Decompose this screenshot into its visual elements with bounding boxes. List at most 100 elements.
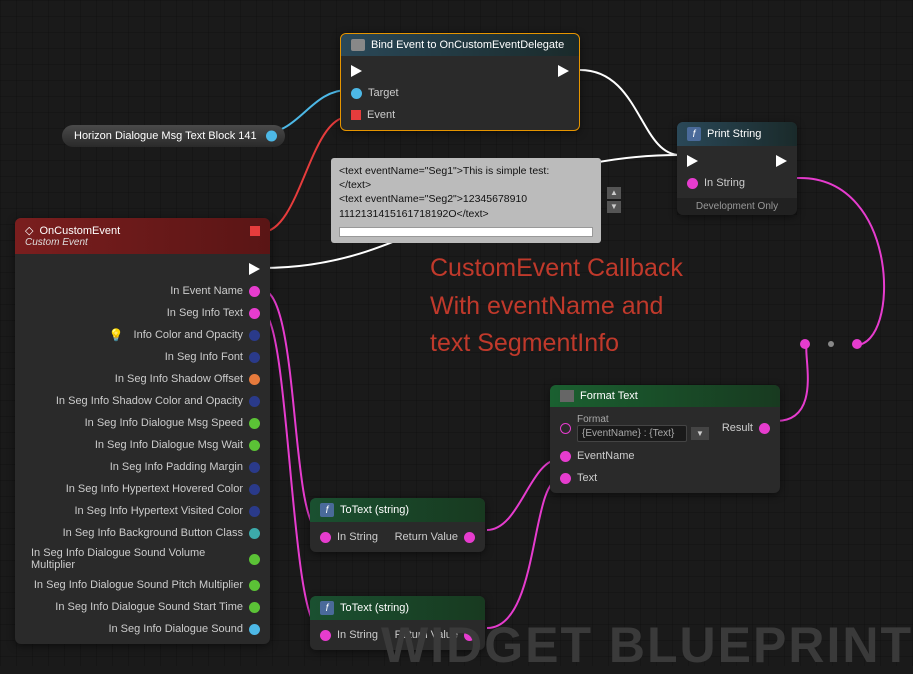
output-pin[interactable] [249, 484, 260, 495]
output-pin[interactable] [249, 396, 260, 407]
pin-label: In String [337, 629, 378, 641]
reroute-node[interactable] [800, 339, 862, 349]
pin-label: Event [367, 109, 395, 121]
variable-output-pin[interactable] [266, 131, 277, 142]
pin-label: Target [368, 87, 399, 99]
event-output-pin-row: In Seg Info Dialogue Msg Speed [15, 412, 270, 434]
variable-label: Horizon Dialogue Msg Text Block 141 [74, 130, 257, 142]
output-pin[interactable] [249, 624, 260, 635]
output-pin[interactable] [249, 330, 260, 341]
pin-label: In Seg Info Font [165, 351, 243, 363]
pin-label: EventName [577, 450, 634, 462]
arrow-down-icon[interactable]: ▼ [607, 201, 621, 213]
return-pin[interactable] [464, 532, 475, 543]
node-title: Print String [707, 128, 761, 140]
pin-label: In Seg Info Background Button Class [63, 527, 243, 539]
node-title: OnCustomEvent [39, 225, 120, 237]
event-output-pin-row: In Seg Info Padding Margin [15, 456, 270, 478]
comment-line: </text> [339, 178, 593, 192]
watermark-text: WIDGET BLUEPRINT [381, 616, 913, 674]
pin-label: In Seg Info Hypertext Hovered Color [66, 483, 243, 495]
pin-label: In Seg Info Dialogue Sound Start Time [55, 601, 243, 613]
event-icon: ◇ [25, 224, 33, 237]
pin-label: Text [577, 472, 597, 484]
node-header: Format Text [550, 385, 780, 407]
pin-label: In Seg Info Dialogue Sound [108, 623, 243, 635]
event-output-pin-row: In Seg Info Background Button Class [15, 522, 270, 544]
reroute-pin[interactable] [852, 339, 862, 349]
pin-label: In Seg Info Text [167, 307, 243, 319]
exec-out-pin[interactable] [249, 263, 260, 275]
event-output-pin-row: In Seg Info Dialogue Sound [15, 618, 270, 640]
print-string-node[interactable]: f Print String In String Development Onl… [677, 122, 797, 215]
event-output-pin-row: In Seg Info Dialogue Sound Volume Multip… [15, 544, 270, 574]
result-pin[interactable] [759, 423, 770, 434]
pin-label: Info Color and Opacity [134, 329, 243, 341]
output-pin[interactable] [249, 286, 260, 297]
dev-only-label: Development Only [677, 198, 797, 215]
output-pin[interactable] [249, 528, 260, 539]
pin-label: In Seg Info Padding Margin [110, 461, 243, 473]
variable-node[interactable]: Horizon Dialogue Msg Text Block 141 [62, 125, 285, 147]
bind-event-node[interactable]: Bind Event to OnCustomEventDelegate Targ… [340, 33, 580, 131]
function-icon: f [687, 127, 701, 141]
node-icon [351, 39, 365, 51]
to-text-node-1[interactable]: f ToText (string) In String Return Value [310, 498, 485, 552]
pin-label: In Seg Info Shadow Offset [115, 373, 243, 385]
pin-label: In Seg Info Dialogue Msg Speed [85, 417, 243, 429]
output-pin[interactable] [249, 554, 260, 565]
text-pin[interactable] [560, 473, 571, 484]
event-output-pin-row: 💡Info Color and Opacity [15, 324, 270, 346]
exec-out-pin[interactable] [776, 155, 787, 167]
event-pin[interactable] [351, 110, 361, 120]
exec-in-pin[interactable] [687, 155, 698, 167]
pin-label: In Seg Info Hypertext Visited Color [74, 505, 243, 517]
in-string-pin[interactable] [687, 178, 698, 189]
event-output-pin-row: In Seg Info Text [15, 302, 270, 324]
event-output-pin-row: In Seg Info Shadow Offset [15, 368, 270, 390]
exec-in-pin[interactable] [351, 65, 362, 77]
format-pin[interactable] [560, 423, 571, 434]
delegate-out-pin[interactable] [250, 226, 260, 236]
output-pin[interactable] [249, 374, 260, 385]
pin-label: In Seg Info Shadow Color and Opacity [56, 395, 243, 407]
output-pin[interactable] [249, 440, 260, 451]
node-title: Format Text [580, 390, 638, 402]
output-pin[interactable] [249, 352, 260, 363]
node-header: f Print String [677, 122, 797, 146]
pin-label: In Event Name [170, 285, 243, 297]
comment-node[interactable]: <text eventName="Seg1">This is simple te… [331, 158, 601, 243]
output-pin[interactable] [249, 462, 260, 473]
format-label: Format [577, 414, 709, 425]
exec-out-pin[interactable] [558, 65, 569, 77]
pin-label: Return Value [395, 531, 458, 543]
annotation-text: CustomEvent Callback With eventName and … [430, 250, 683, 363]
output-pin[interactable] [249, 580, 260, 591]
output-pin[interactable] [249, 418, 260, 429]
dropdown-icon[interactable]: ▼ [691, 427, 709, 440]
reroute-pin[interactable] [800, 339, 810, 349]
format-text-node[interactable]: Format Text Format {EventName} : {Text} … [550, 385, 780, 493]
in-string-pin[interactable] [320, 532, 331, 543]
reroute-center [828, 341, 834, 347]
node-header: f ToText (string) [310, 498, 485, 522]
event-output-pin-row: In Seg Info Dialogue Msg Wait [15, 434, 270, 456]
custom-event-node[interactable]: ◇ OnCustomEvent Custom Event In Event Nam… [15, 218, 270, 644]
output-pin[interactable] [249, 308, 260, 319]
output-pin[interactable] [249, 506, 260, 517]
pin-label: In Seg Info Dialogue Msg Wait [95, 439, 243, 451]
arrow-up-icon[interactable]: ▲ [607, 187, 621, 199]
comment-line: 1112131415161718192O</text> [339, 207, 593, 221]
in-string-pin[interactable] [320, 630, 331, 641]
eventname-pin[interactable] [560, 451, 571, 462]
node-title: ToText (string) [340, 602, 409, 614]
pin-label: In String [337, 531, 378, 543]
output-pin[interactable] [249, 602, 260, 613]
target-pin[interactable] [351, 88, 362, 99]
format-field[interactable]: {EventName} : {Text} [577, 425, 687, 442]
comment-resize-bar[interactable] [339, 227, 593, 237]
node-title: ToText (string) [340, 504, 409, 516]
pin-label: In Seg Info Dialogue Sound Volume Multip… [31, 547, 243, 571]
node-subtitle: Custom Event [25, 237, 88, 248]
event-output-pin-row: In Seg Info Font [15, 346, 270, 368]
